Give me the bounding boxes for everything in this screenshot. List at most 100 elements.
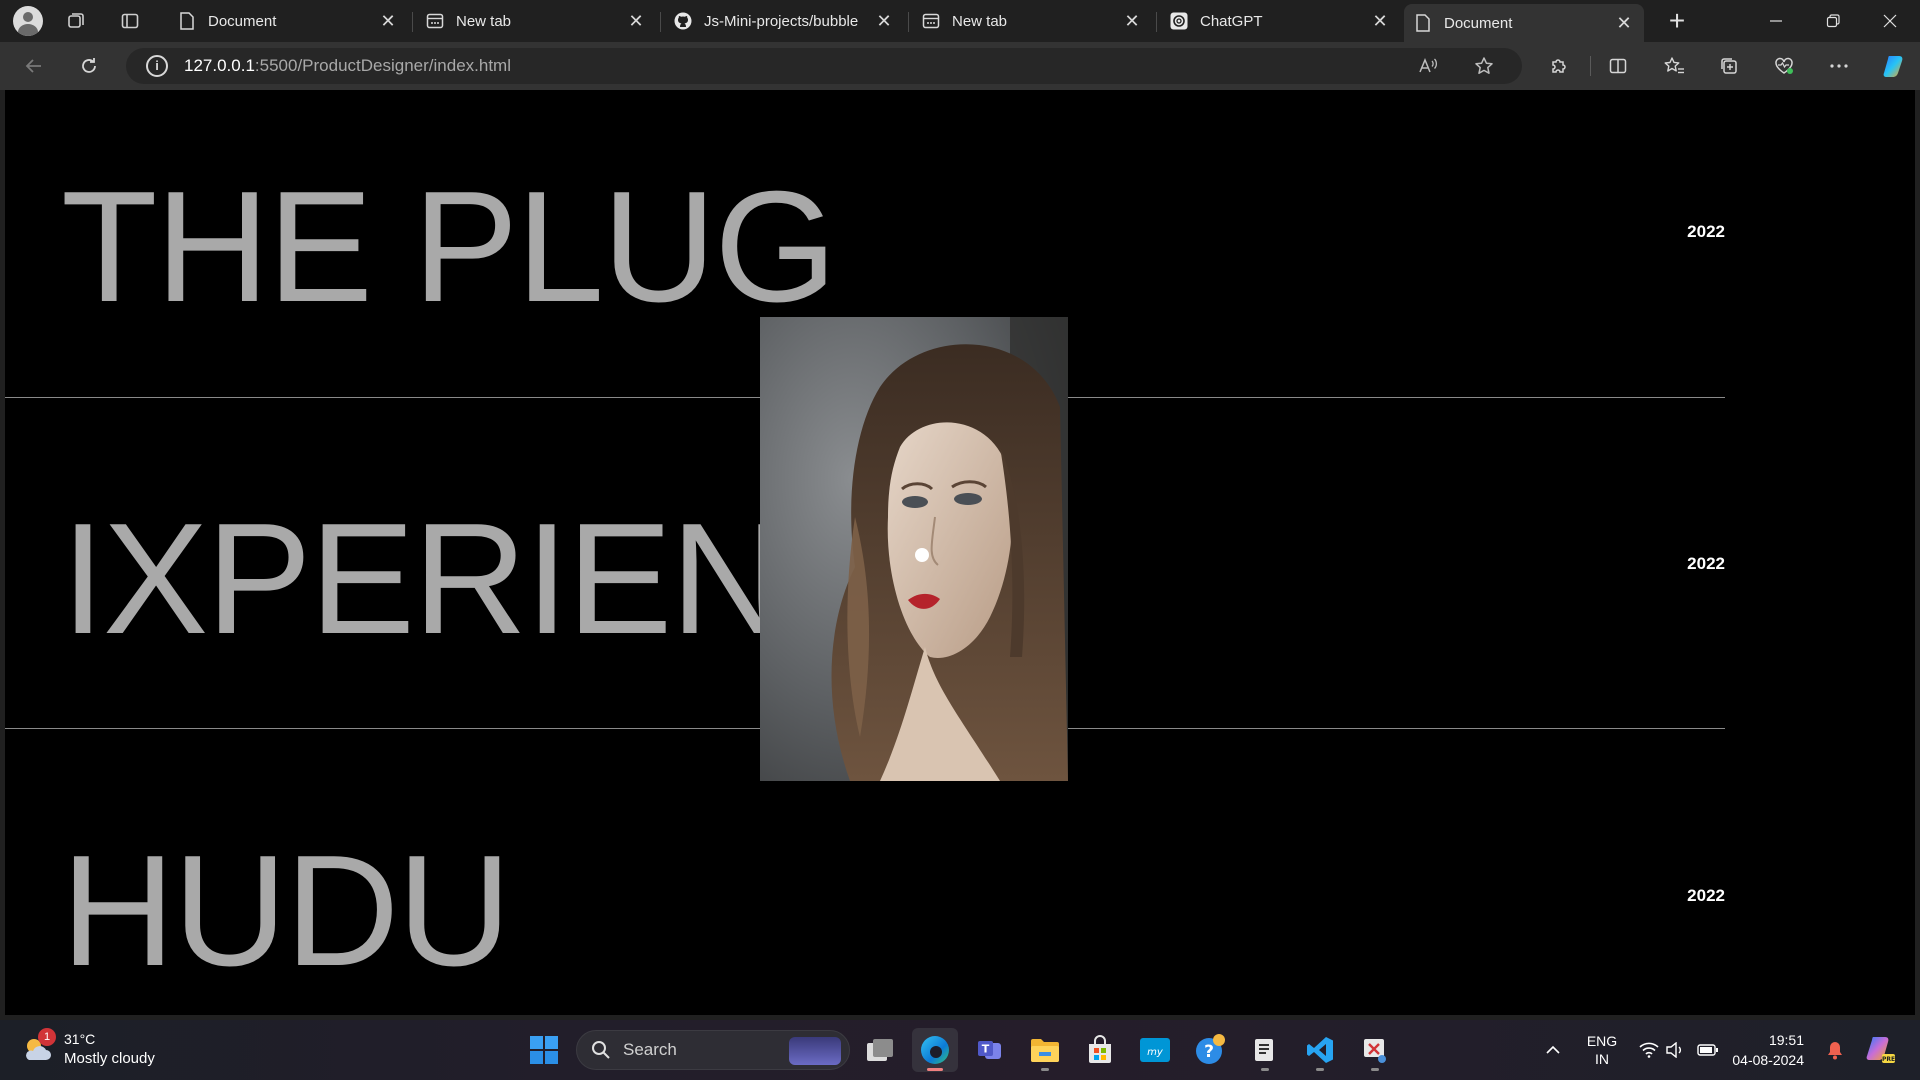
notepad-taskbar-button[interactable] (1242, 1028, 1288, 1072)
browser-tab[interactable]: Js-Mini-projects/bubble ✕ (664, 4, 904, 38)
tab-strip: Document ✕ New tab ✕ Js-Mini-projects/bu… (0, 0, 1920, 42)
browser-tab-active[interactable]: Document ✕ (1404, 4, 1644, 42)
browser-tab[interactable]: ChatGPT ✕ (1160, 4, 1400, 38)
more-dots-icon (1830, 64, 1848, 68)
profile-avatar-icon (13, 6, 43, 36)
extensions-button[interactable] (1541, 50, 1577, 82)
restore-icon (1826, 14, 1840, 28)
close-tab-icon[interactable]: ✕ (874, 11, 894, 32)
task-view-button[interactable] (857, 1028, 903, 1072)
tab-title: New tab (456, 12, 512, 30)
read-aloud-icon (1419, 58, 1438, 73)
edge-icon (921, 1036, 949, 1064)
puzzle-icon (1552, 59, 1566, 73)
snipping-tool-taskbar-button[interactable] (1352, 1028, 1398, 1072)
read-aloud-button[interactable] (1410, 48, 1446, 84)
file-explorer-taskbar-button[interactable] (1022, 1028, 1068, 1072)
close-tab-icon[interactable]: ✕ (626, 11, 646, 32)
tab-title: Js-Mini-projects/bubble (704, 12, 859, 30)
running-indicator (1041, 1068, 1049, 1071)
wifi-status[interactable] (1636, 1020, 1662, 1080)
favorite-star-button[interactable] (1466, 48, 1502, 84)
vertical-tabs-button[interactable] (110, 0, 150, 42)
taskbar-search[interactable]: Search (576, 1030, 850, 1070)
page-viewport: THE PLUG 2022 IXPERIENC 2022 HUDU 2022 (5, 90, 1915, 1015)
custom-cursor (915, 548, 929, 562)
battery-status[interactable] (1694, 1020, 1722, 1080)
store-taskbar-button[interactable] (1077, 1028, 1123, 1072)
project-year: 2022 (1687, 554, 1725, 573)
wifi-icon (1639, 1042, 1659, 1058)
back-button[interactable] (18, 50, 50, 82)
running-indicator (927, 1068, 943, 1071)
favorites-button[interactable] (1656, 50, 1692, 82)
project-row[interactable]: HUDU 2022 (5, 754, 1725, 1015)
clock-date: 04-08-2024 (1732, 1052, 1804, 1068)
volume-status[interactable] (1662, 1020, 1688, 1080)
settings-more-button[interactable] (1821, 50, 1857, 82)
project-year: 2022 (1687, 886, 1725, 905)
refresh-button[interactable] (73, 50, 105, 82)
weather-condition: Mostly cloudy (64, 1050, 155, 1067)
new-tab-button[interactable]: + (1660, 4, 1694, 38)
tab-title: New tab (952, 12, 1008, 30)
restore-button[interactable] (1805, 0, 1861, 42)
split-screen-button[interactable] (1600, 50, 1636, 82)
snipping-tool-icon (1364, 1039, 1386, 1063)
toolbar-separator (1590, 56, 1591, 76)
project-title: THE PLUG (61, 159, 837, 335)
close-tab-icon[interactable]: ✕ (378, 11, 398, 32)
running-indicator (1261, 1068, 1269, 1071)
show-hidden-icons-button[interactable] (1540, 1020, 1566, 1080)
myhp-taskbar-button[interactable]: my (1132, 1028, 1178, 1072)
browser-tab[interactable]: New tab ✕ (416, 4, 656, 38)
get-help-taskbar-button[interactable]: ? (1187, 1028, 1233, 1072)
input-language-indicator[interactable]: ENG IN (1582, 1032, 1622, 1068)
address-bar[interactable]: i 127.0.0.1:5500/ProductDesigner/index.h… (126, 48, 1522, 84)
collections-button[interactable] (1711, 50, 1747, 82)
minimize-icon (1770, 20, 1782, 22)
chevron-up-icon (1546, 1045, 1560, 1054)
edge-taskbar-button[interactable] (912, 1028, 958, 1072)
browser-tab[interactable]: Document ✕ (168, 4, 408, 38)
browser-essentials-button[interactable] (1766, 50, 1802, 82)
project-year: 2022 (1687, 222, 1725, 241)
close-tab-icon[interactable]: ✕ (1614, 13, 1634, 34)
system-clock[interactable]: 19:51 04-08-2024 (1730, 1030, 1804, 1070)
star-icon (1475, 57, 1493, 74)
browser-toolbar: i 127.0.0.1:5500/ProductDesigner/index.h… (0, 42, 1920, 90)
tab-title: Document (1444, 14, 1513, 32)
portrait-image (760, 317, 1068, 781)
collections-icon (1721, 58, 1737, 74)
close-window-button[interactable] (1862, 0, 1918, 42)
close-tab-icon[interactable]: ✕ (1370, 11, 1390, 32)
region-code: IN (1595, 1051, 1609, 1067)
teams-icon: T (978, 1041, 1001, 1059)
tab-actions-icon (121, 13, 139, 29)
help-icon: ? (1196, 1034, 1225, 1064)
vscode-icon (1307, 1037, 1333, 1063)
start-button[interactable] (521, 1028, 567, 1072)
browser-tab[interactable]: New tab ✕ (912, 4, 1152, 38)
profile-button[interactable] (8, 0, 48, 42)
copilot-taskbar-button[interactable]: PRE (1860, 1020, 1900, 1080)
workspaces-button[interactable] (56, 0, 96, 42)
close-tab-icon[interactable]: ✕ (1122, 11, 1142, 32)
minimize-button[interactable] (1748, 0, 1804, 42)
newtab-icon (426, 12, 444, 30)
back-arrow-icon (25, 59, 41, 73)
windows-logo-icon (530, 1036, 558, 1064)
favorites-list-icon (1664, 57, 1684, 74)
notifications-button[interactable] (1822, 1020, 1848, 1080)
copilot-button[interactable] (1876, 50, 1912, 82)
weather-widget[interactable]: 1 31°C Mostly cloudy (20, 1028, 180, 1072)
workspaces-icon (68, 13, 84, 28)
vscode-taskbar-button[interactable] (1297, 1028, 1343, 1072)
refresh-icon (82, 58, 96, 73)
notepad-icon (1255, 1039, 1273, 1061)
battery-icon (1697, 1044, 1718, 1056)
site-info-icon[interactable]: i (146, 55, 168, 77)
copilot-icon (1883, 56, 1903, 77)
page-icon (1414, 14, 1432, 32)
teams-taskbar-button[interactable]: T (967, 1028, 1013, 1072)
